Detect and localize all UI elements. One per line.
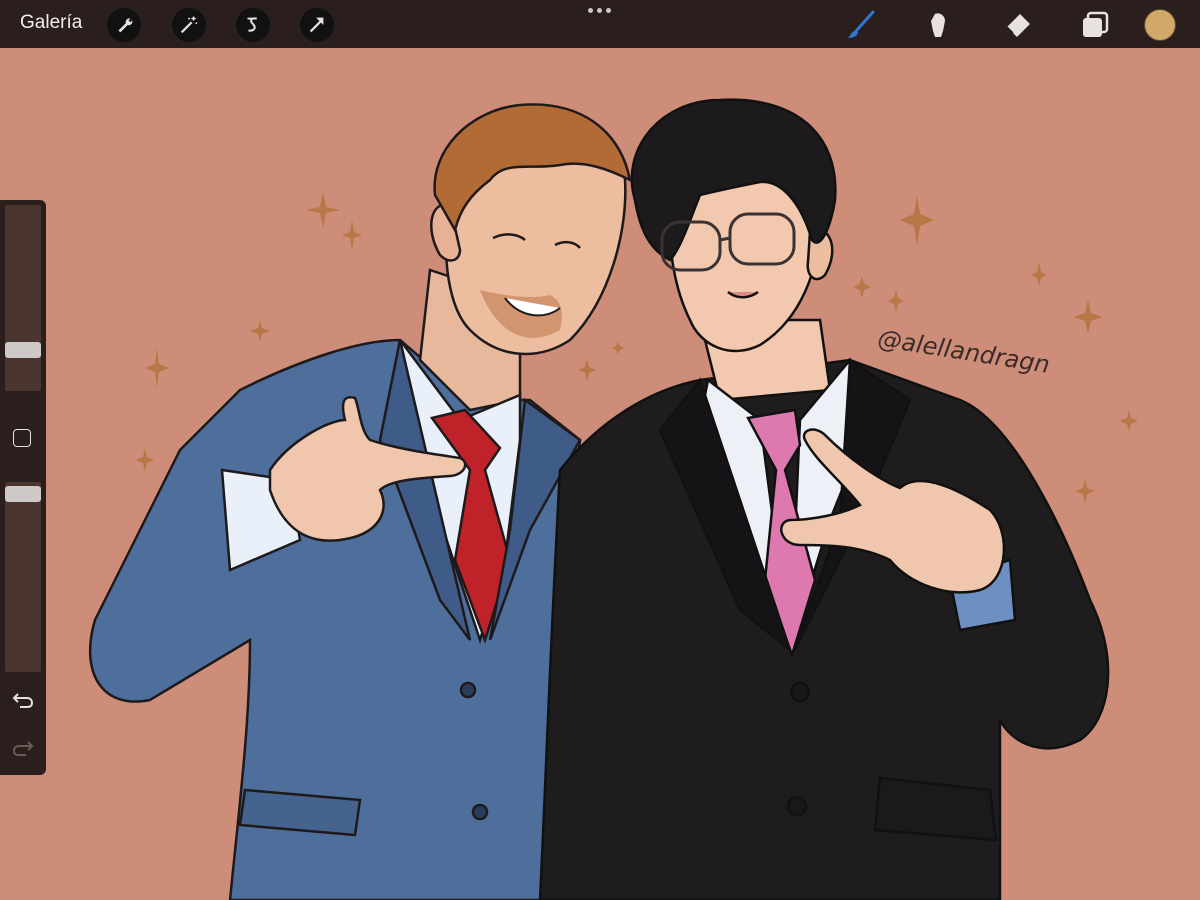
top-toolbar: Galería bbox=[0, 0, 1200, 48]
magic-wand-icon[interactable] bbox=[172, 8, 206, 42]
wrench-icon[interactable] bbox=[107, 8, 141, 42]
smudge-icon[interactable] bbox=[921, 8, 957, 42]
opacity-slider[interactable] bbox=[5, 482, 41, 672]
selection-icon[interactable] bbox=[236, 8, 270, 42]
artwork-illustration bbox=[0, 48, 1200, 900]
drawing-canvas[interactable] bbox=[0, 48, 1200, 900]
brush-icon[interactable] bbox=[843, 8, 879, 42]
layers-icon[interactable] bbox=[1077, 8, 1113, 42]
gallery-button[interactable]: Galería bbox=[20, 12, 82, 34]
brush-size-thumb[interactable] bbox=[5, 342, 41, 358]
opacity-thumb[interactable] bbox=[5, 486, 41, 502]
modify-button[interactable] bbox=[13, 429, 31, 447]
brush-size-slider[interactable] bbox=[5, 205, 41, 391]
left-sidebar bbox=[0, 200, 46, 775]
color-picker-button[interactable] bbox=[1144, 9, 1176, 41]
redo-icon[interactable] bbox=[11, 736, 35, 758]
undo-icon[interactable] bbox=[11, 688, 35, 710]
move-arrow-icon[interactable] bbox=[300, 8, 334, 42]
eraser-icon[interactable] bbox=[999, 8, 1035, 42]
more-options-icon[interactable] bbox=[588, 8, 614, 18]
